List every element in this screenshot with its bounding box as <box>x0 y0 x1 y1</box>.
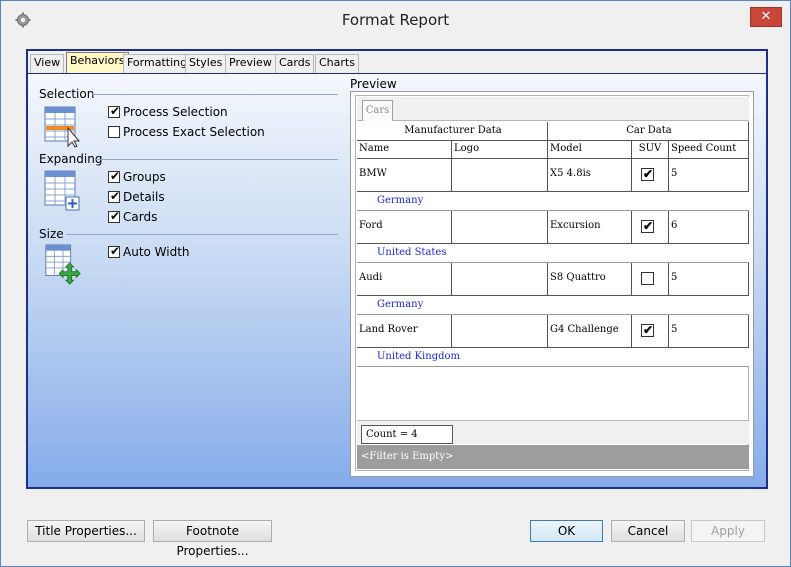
cell-logo <box>452 263 548 296</box>
preview-report: Cars Manufacturer Data Car Data Name Log… <box>355 95 749 471</box>
check-icon: ✔ <box>643 219 654 233</box>
tab-styles[interactable]: Styles <box>185 54 227 73</box>
suv-checkbox: ✔ <box>641 167 654 181</box>
details-label: Details <box>123 190 165 204</box>
window-title: Format Report <box>341 11 450 29</box>
check-icon: ✔ <box>643 323 654 337</box>
suv-checkbox: ✔ <box>641 323 654 337</box>
close-button[interactable]: ✕ <box>750 7 782 27</box>
column-header-speed-count: Speed Count <box>669 141 749 159</box>
cell-model: Excursion <box>548 211 632 244</box>
groups-label: Groups <box>123 170 166 184</box>
cell-model: X5 4.8is <box>548 159 632 192</box>
tab-behaviors[interactable]: Behaviors <box>66 52 129 73</box>
count-summary: Count = 4 <box>361 425 453 444</box>
tab-control: View Behaviors Formatting Styles Preview… <box>26 49 768 489</box>
auto-width-checkbox[interactable]: ✔ <box>108 244 121 258</box>
selection-group-label: Selection <box>39 87 95 101</box>
cell-logo <box>452 315 548 348</box>
preview-footer: Count = 4 <box>357 420 749 444</box>
tab-view[interactable]: View <box>30 54 65 73</box>
cell-logo <box>452 211 548 244</box>
cards-checkbox[interactable]: ✔ <box>108 209 121 223</box>
check-icon: ✔ <box>110 169 121 183</box>
tab-preview[interactable]: Preview <box>225 54 276 73</box>
column-header-logo: Logo <box>452 141 548 159</box>
groups-checkbox[interactable]: ✔ <box>108 169 121 183</box>
cell-suv <box>632 263 669 296</box>
cell-model: S8 Quattro <box>548 263 632 296</box>
footnote-properties-button[interactable]: Footnote Properties... <box>153 520 272 558</box>
process-exact-selection-checkbox[interactable] <box>108 126 120 138</box>
cancel-button[interactable]: Cancel <box>611 520 685 542</box>
preview-label: Preview <box>350 77 397 91</box>
cell-speed-count: 5 <box>669 315 749 348</box>
band-car-data: Car Data <box>548 122 749 141</box>
column-header-name: Name <box>357 141 452 159</box>
cell-name: Audi <box>357 263 452 296</box>
preview-tab-cars[interactable]: Cars <box>362 100 393 121</box>
column-header-model: Model <box>548 141 632 159</box>
band-manufacturer-data: Manufacturer Data <box>357 122 548 141</box>
check-icon: ✔ <box>110 189 121 203</box>
cell-logo <box>452 159 548 192</box>
group-row: United Kingdom <box>357 348 749 367</box>
selection-grid-icon <box>44 106 81 148</box>
expanding-divider <box>96 159 338 160</box>
cards-label: Cards <box>123 210 158 224</box>
suv-checkbox: ✔ <box>641 219 654 233</box>
preview-frame: Cars Manufacturer Data Car Data Name Log… <box>350 91 754 477</box>
cell-speed-count: 5 <box>669 263 749 296</box>
selection-divider <box>92 94 338 95</box>
check-icon: ✔ <box>110 104 121 118</box>
cell-suv: ✔ <box>632 159 669 192</box>
group-row: Germany <box>357 192 749 211</box>
cell-name: Ford <box>357 211 452 244</box>
close-icon: ✕ <box>760 9 772 24</box>
ok-button[interactable]: OK <box>530 520 603 542</box>
tab-cards[interactable]: Cards <box>275 54 315 73</box>
cell-suv: ✔ <box>632 315 669 348</box>
apply-button[interactable]: Apply <box>691 520 765 542</box>
tab-charts[interactable]: Charts <box>315 54 359 73</box>
group-row: United States <box>357 244 749 263</box>
size-grid-icon <box>45 244 81 285</box>
expanding-group-label: Expanding <box>39 152 103 166</box>
process-selection-checkbox[interactable]: ✔ <box>108 104 121 118</box>
cell-speed-count: 5 <box>669 159 749 192</box>
column-header-suv: SUV <box>632 141 669 159</box>
process-selection-label: Process Selection <box>123 105 228 119</box>
tab-formatting[interactable]: Formatting <box>123 54 192 73</box>
title-bar: Format Report ✕ <box>1 1 790 39</box>
tab-strip: View Behaviors Formatting Styles Preview… <box>28 51 766 73</box>
group-row: Germany <box>357 296 749 315</box>
size-group-label: Size <box>39 227 64 241</box>
check-icon: ✔ <box>110 209 121 223</box>
preview-tab-strip: Cars <box>357 97 749 121</box>
cell-model: G4 Challenge <box>548 315 632 348</box>
cell-name: Land Rover <box>357 315 452 348</box>
behaviors-panel: Selection ✔ Process Selection Process Ex… <box>28 74 766 487</box>
suv-checkbox <box>641 272 654 285</box>
format-report-window: Format Report ✕ View Behaviors Formattin… <box>0 0 791 567</box>
cell-suv: ✔ <box>632 211 669 244</box>
title-properties-button[interactable]: Title Properties... <box>27 520 145 542</box>
auto-width-label: Auto Width <box>123 245 190 259</box>
check-icon: ✔ <box>643 167 654 181</box>
cell-name: BMW <box>357 159 452 192</box>
cell-speed-count: 6 <box>669 211 749 244</box>
size-divider <box>66 234 338 235</box>
check-icon: ✔ <box>110 244 121 258</box>
filter-bar: <Filter is Empty> <box>357 445 749 469</box>
details-checkbox[interactable]: ✔ <box>108 189 121 203</box>
expanding-grid-icon <box>44 170 80 211</box>
process-exact-selection-label: Process Exact Selection <box>123 125 265 139</box>
